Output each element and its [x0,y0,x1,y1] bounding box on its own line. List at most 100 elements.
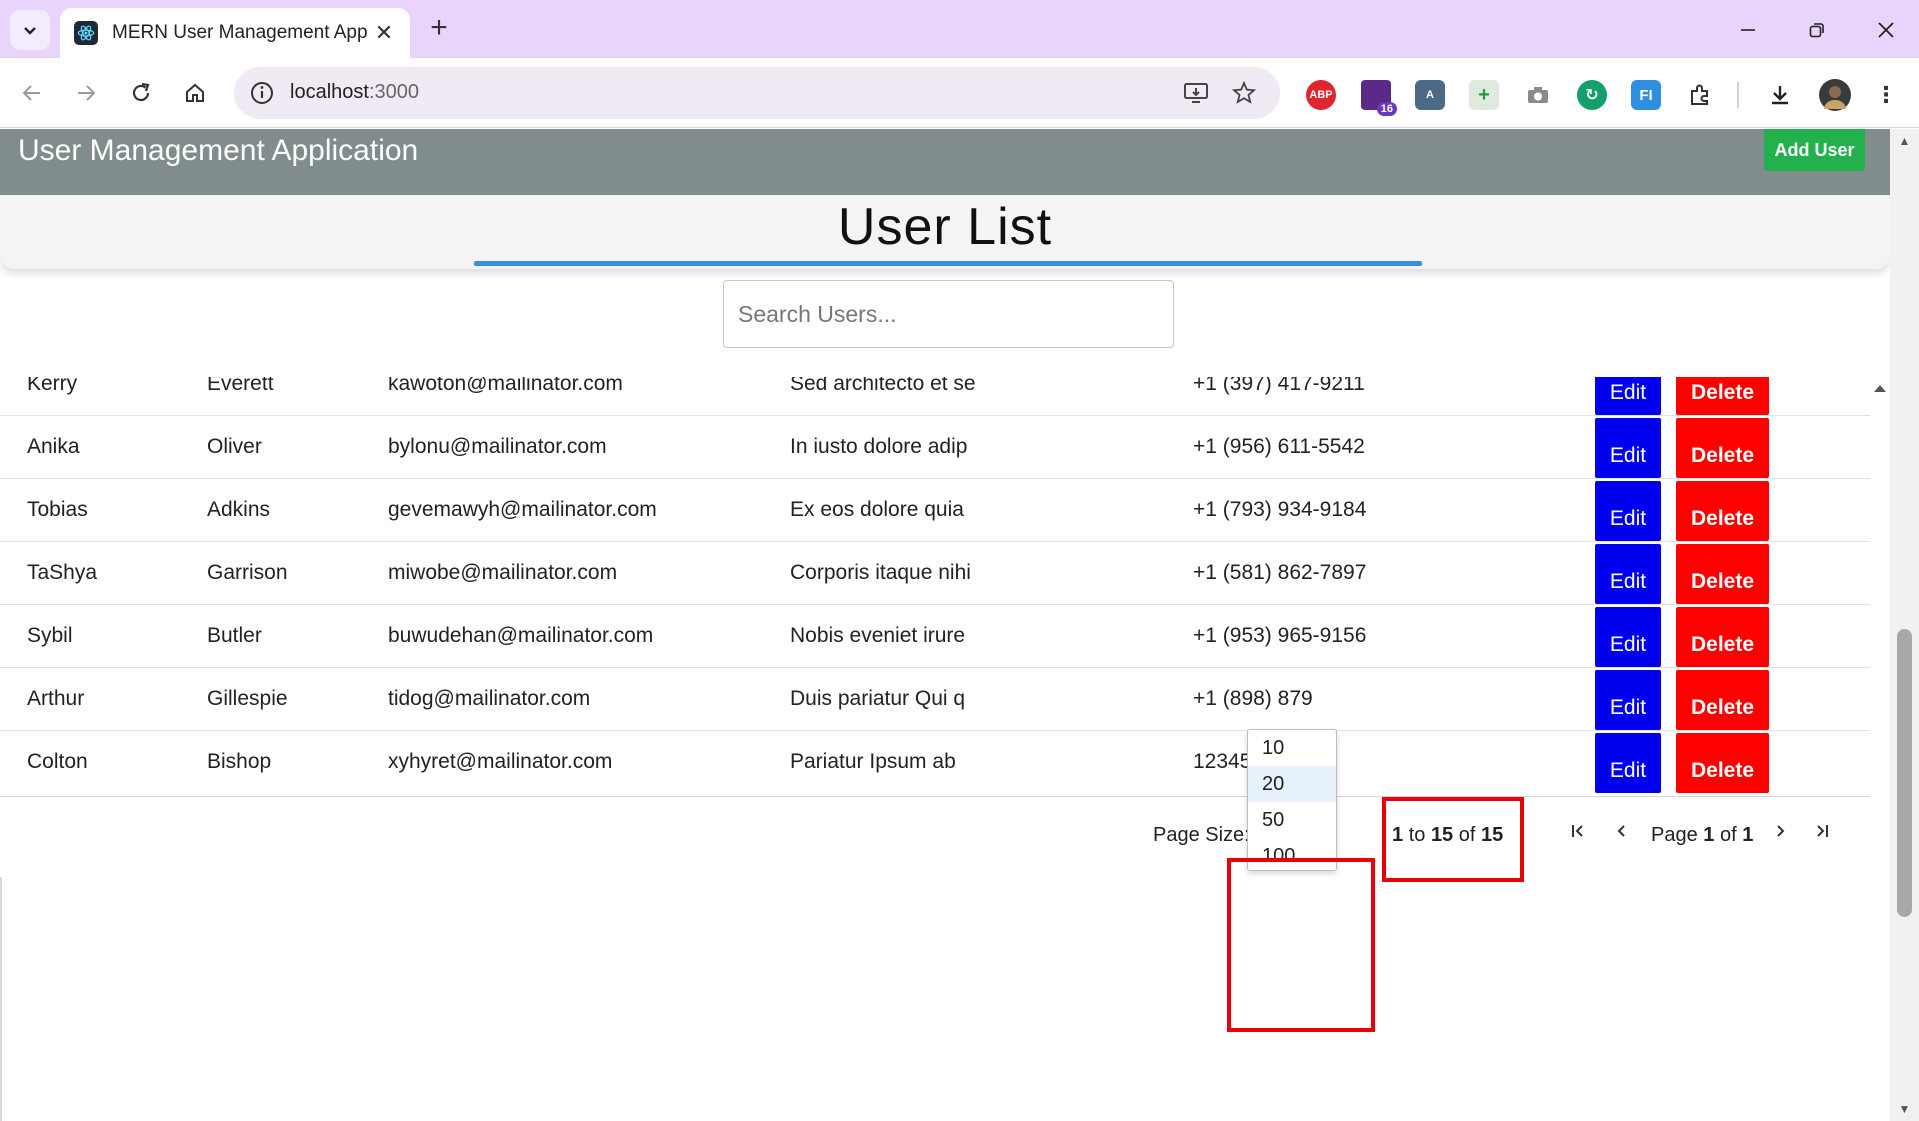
address-cell: Sed architecto et se [790,377,976,395]
last-name-cell: Garrison [207,561,288,584]
pagination-bar: Page Size: 20 1 to 15 of 15 Page 1 of 1 [0,797,1870,877]
page-title: User List [837,198,1053,256]
delete-button[interactable]: Delete [1676,670,1769,730]
add-user-button[interactable]: Add User [1764,129,1865,171]
phone-cell: +1 (397) 417-9211 [1193,377,1365,395]
browser-tab[interactable]: MERN User Management App ✕ [60,8,410,58]
last-name-cell: Gillespie [207,687,288,710]
user-table: Kerry Everett kawoton@mailinator.com Sed… [0,377,1870,797]
scroll-thumb[interactable] [1897,629,1912,917]
table-row: TaShya Garrison miwobe@mailinator.com Co… [0,542,1870,605]
graduation-extension-icon[interactable]: 16 [1361,80,1397,116]
address-cell: In iusto dolore adip [790,435,968,458]
home-icon[interactable] [177,75,213,111]
first-name-cell: Sybil [27,624,73,647]
edit-button[interactable]: Edit [1595,544,1661,604]
address-cell: Ex eos dolore quia [790,498,964,521]
scroll-up-arrow-icon[interactable]: ▲ [1890,131,1919,151]
scroll-up-arrow-icon[interactable] [1874,385,1886,392]
delete-button[interactable]: Delete [1676,733,1769,793]
delete-button[interactable]: Delete [1676,418,1769,478]
highlight-box-summary [1382,797,1524,882]
address-cell: Duis pariatur Qui q [790,687,966,710]
camera-extension-icon[interactable] [1523,80,1553,110]
table-scrollbar[interactable] [1870,377,1890,797]
page-size-label: Page Size: [1153,824,1250,846]
page-size-option-selected[interactable]: 20 [1248,766,1336,802]
first-name-cell: Colton [27,750,88,773]
delete-button[interactable]: Delete [1676,481,1769,541]
edit-button[interactable]: Edit [1595,377,1661,415]
profile-avatar[interactable] [1819,79,1851,111]
next-page-icon[interactable] [1766,817,1794,845]
table-row: Tobias Adkins gevemawyh@mailinator.com E… [0,479,1870,542]
page-size-option[interactable]: 50 [1248,802,1336,838]
phone-cell: +1 (898) 879 [1193,687,1313,710]
toolbar-divider [1737,82,1739,108]
page-scrollbar[interactable]: ▲ ▼ [1890,129,1919,1121]
app-title: User Management Application [18,134,419,167]
browser-menu-icon[interactable]: ⋮ [1871,80,1901,110]
tab-close-icon[interactable]: ✕ [372,20,396,46]
url-port: :3000 [368,81,419,103]
edit-button[interactable]: Edit [1595,418,1661,478]
edit-button[interactable]: Edit [1595,481,1661,541]
table-row: Sybil Butler buwudehan@mailinator.com No… [0,605,1870,668]
adblock-extension-icon[interactable]: ABP [1306,80,1336,110]
page-indicator: Page 1 of 1 [1651,824,1754,846]
grid-left-border [0,877,2,1121]
first-name-cell: Kerry [27,377,78,395]
last-page-icon[interactable] [1808,817,1836,845]
user-list-header: User List [0,195,1890,269]
add-extension-icon[interactable]: + [1469,80,1499,110]
previous-page-icon[interactable] [1608,817,1636,845]
scroll-down-arrow-icon[interactable]: ▼ [1890,1099,1919,1119]
chevron-down-icon [24,27,36,35]
tab-title: MERN User Management App [112,22,368,43]
install-app-icon[interactable] [1182,79,1210,107]
url-text[interactable]: localhost:3000 [290,81,419,104]
delete-button[interactable]: Delete [1676,607,1769,667]
delete-button[interactable]: Delete [1676,544,1769,604]
forward-arrow-icon[interactable] [68,75,104,111]
email-cell: gevemawyh@mailinator.com [388,498,657,521]
first-name-cell: TaShya [27,561,98,584]
extension-badge: 16 [1376,102,1397,116]
window-close-icon[interactable] [1866,10,1906,50]
last-name-cell: Bishop [207,750,272,773]
table-row: Kerry Everett kawoton@mailinator.com Sed… [0,377,1870,416]
highlight-box-dropdown [1227,858,1375,1032]
email-cell: miwobe@mailinator.com [388,561,618,584]
download-icon[interactable] [1765,80,1795,110]
email-cell: tidog@mailinator.com [388,687,591,710]
new-tab-button[interactable]: + [422,12,456,46]
address-cell: Pariatur Ipsum ab [790,750,956,773]
first-name-cell: Anika [27,435,80,458]
fi-extension-icon[interactable]: FI [1631,80,1661,110]
delete-button[interactable]: Delete [1676,377,1769,415]
sync-extension-icon[interactable]: ↻ [1577,80,1607,110]
extensions-puzzle-icon[interactable] [1685,80,1715,110]
first-name-cell: Arthur [27,687,85,710]
minimize-icon[interactable] [1728,10,1768,50]
table-row: Arthur Gillespie tidog@mailinator.com Du… [0,668,1870,731]
table-row: Colton Bishop xyhyret@mailinator.com Par… [0,731,1870,794]
tab-search-button[interactable] [10,10,50,50]
edit-button[interactable]: Edit [1595,733,1661,793]
search-input[interactable] [723,280,1174,348]
translate-extension-icon[interactable]: A [1415,80,1445,110]
bookmark-star-icon[interactable] [1230,79,1258,107]
address-bar[interactable]: localhost:3000 [234,67,1280,119]
site-info-icon[interactable] [248,79,276,107]
restore-icon[interactable] [1797,10,1837,50]
last-name-cell: Butler [207,624,262,647]
edit-button[interactable]: Edit [1595,670,1661,730]
page-viewport: User Management Application Add User Use… [0,129,1890,1121]
page-size-option[interactable]: 10 [1248,730,1336,766]
back-arrow-icon[interactable] [14,75,50,111]
edit-button[interactable]: Edit [1595,607,1661,667]
first-page-icon[interactable] [1564,817,1592,845]
last-name-cell: Everett [207,377,274,395]
reload-icon[interactable] [123,75,159,111]
address-cell: Nobis eveniet irure [790,624,966,647]
